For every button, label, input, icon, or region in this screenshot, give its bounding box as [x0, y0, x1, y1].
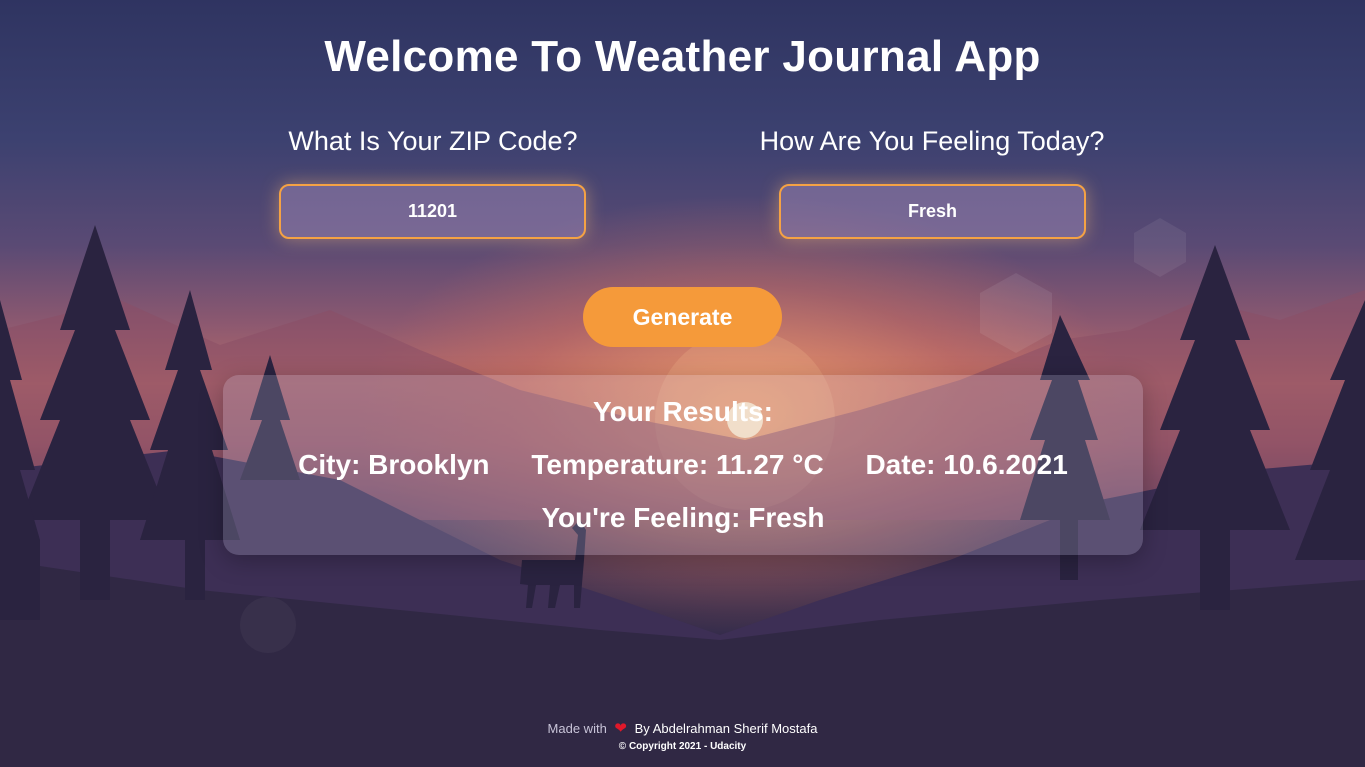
generate-button[interactable]: Generate — [583, 287, 782, 347]
zip-input[interactable] — [279, 184, 586, 239]
page-title: Welcome To Weather Journal App — [324, 32, 1041, 81]
feeling-input[interactable] — [779, 184, 1086, 239]
zip-label: What Is Your ZIP Code? — [288, 126, 578, 156]
heart-icon: ❤ — [614, 720, 627, 737]
results-panel: Your Results: City: Brooklyn Temperature… — [223, 375, 1143, 555]
result-temperature: Temperature: 11.27 °C — [531, 449, 824, 480]
result-feeling: You're Feeling: Fresh — [541, 502, 825, 533]
results-row: City: Brooklyn Temperature: 11.27 °C Dat… — [223, 449, 1143, 481]
copyright-text: © Copyright 2021 - Udacity — [618, 741, 747, 752]
result-city: City: Brooklyn — [298, 449, 490, 480]
feeling-label: How Are You Feeling Today? — [759, 126, 1105, 156]
result-date: Date: 10.6.2021 — [865, 449, 1068, 480]
footer-credit: Made with ❤ By Abdelrahman Sherif Mostaf… — [0, 719, 1365, 737]
results-title: Your Results: — [593, 396, 773, 427]
made-with-text: Made with — [547, 721, 607, 736]
author-text: By Abdelrahman Sherif Mostafa — [634, 721, 818, 736]
